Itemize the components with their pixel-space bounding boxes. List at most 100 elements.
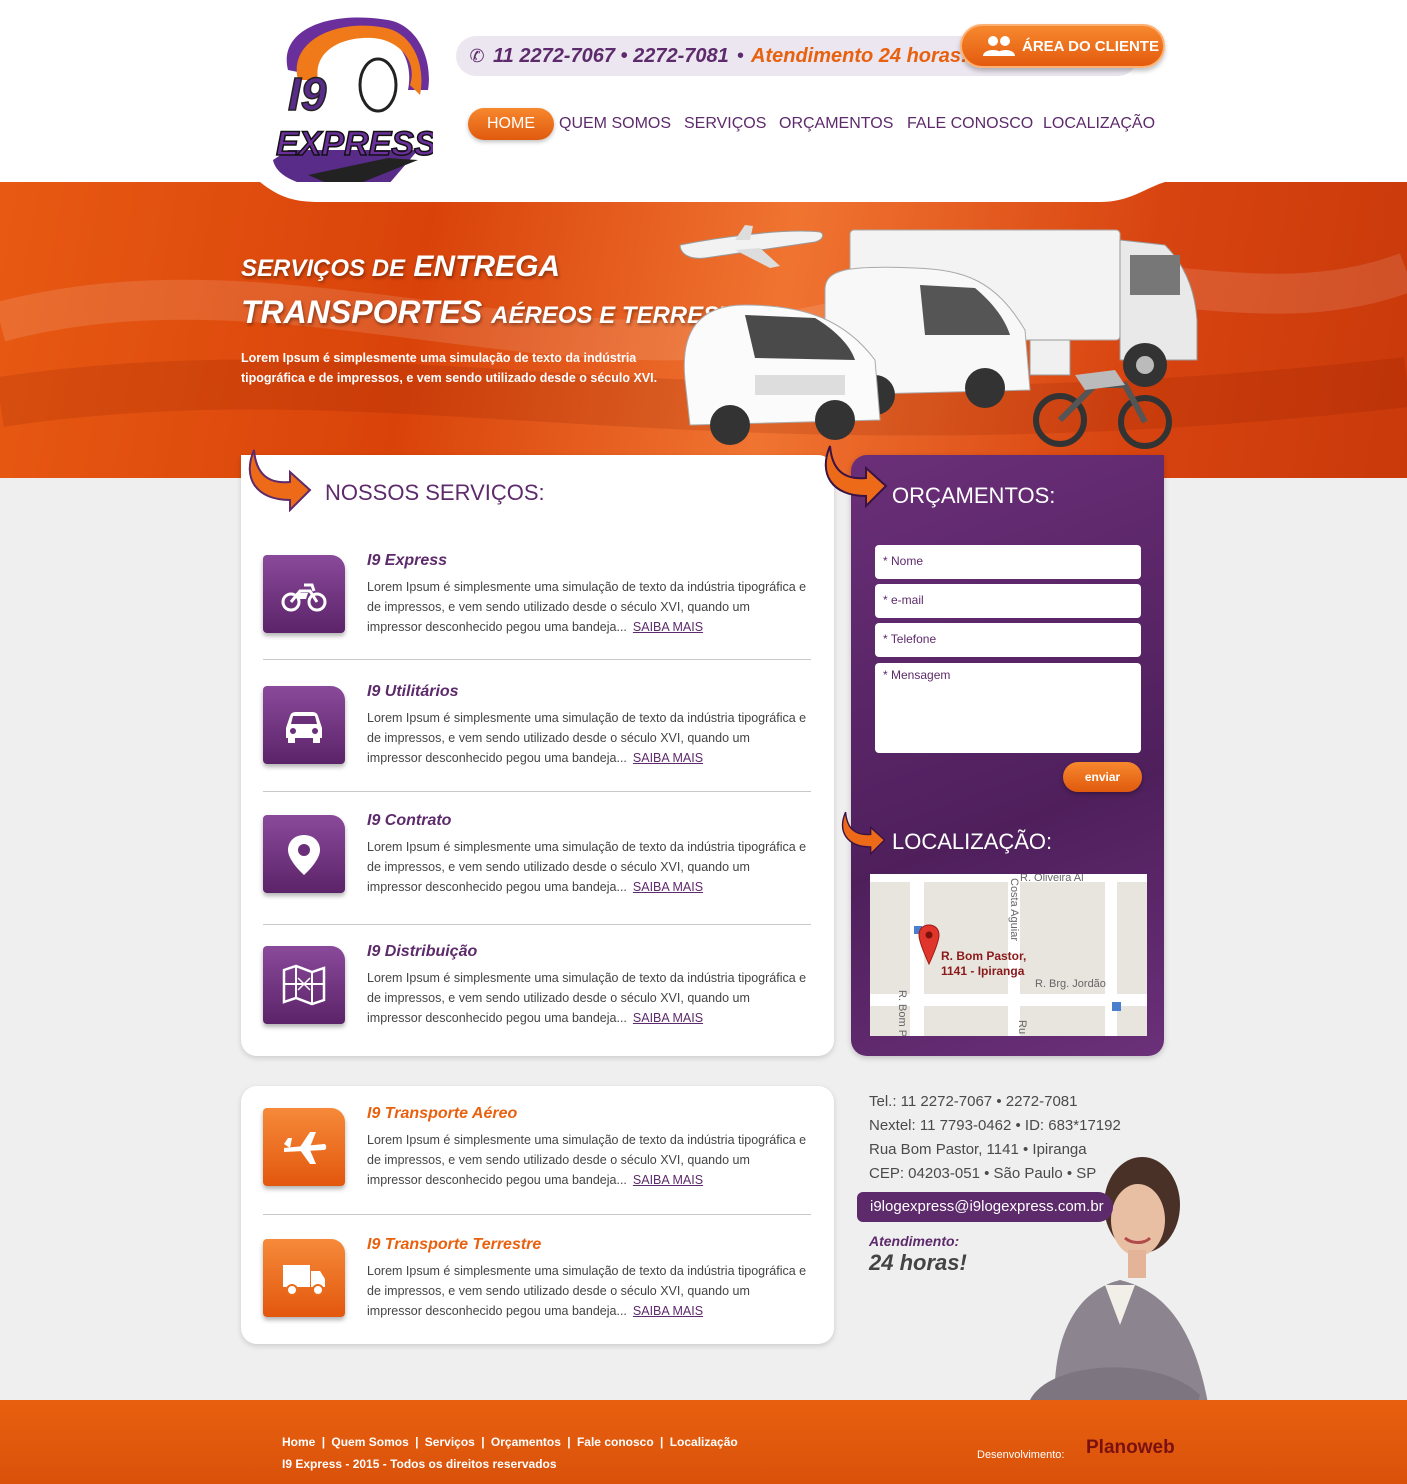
- service-item: I9 Express Lorem Ipsum é simplesmente um…: [263, 552, 811, 665]
- service-icon-box: [263, 1108, 345, 1186]
- nav-localizacao[interactable]: LOCALIZAÇÃO: [1043, 108, 1155, 140]
- orange-arrow-icon: [841, 811, 886, 856]
- car-icon: [286, 712, 322, 743]
- saiba-mais-link[interactable]: SAIBA MAIS: [633, 751, 703, 765]
- banner-title-line1: SERVIÇOS DE ENTREGA: [241, 250, 561, 283]
- footer-link-orcamentos[interactable]: Orçamentos: [491, 1435, 561, 1449]
- developer-logo[interactable]: Planoweb: [1086, 1437, 1175, 1459]
- service-description: Lorem Ipsum é simplesmente uma simulação…: [367, 971, 807, 1025]
- nav-quem-somos[interactable]: QUEM SOMOS: [559, 108, 671, 140]
- service-item: I9 Distribuição Lorem Ipsum é simplesmen…: [263, 943, 811, 1056]
- service-item: I9 Contrato Lorem Ipsum é simplesmente u…: [263, 812, 811, 925]
- header-phone: 11 2272-7067 • 2272-7081: [493, 45, 729, 67]
- contact-email-link[interactable]: i9logexpress@i9logexpress.com.br: [857, 1192, 1113, 1222]
- service-description: Lorem Ipsum é simplesmente uma simulação…: [367, 711, 807, 765]
- service-title: I9 Distribuição: [367, 943, 478, 960]
- footer-separator: |: [415, 1435, 419, 1449]
- footer-link-home[interactable]: Home: [282, 1435, 315, 1449]
- page: I9 EXPRESS ✆ 11 2272-7067 • 2272-7081 • …: [0, 0, 1407, 1484]
- service-icon-box: [263, 555, 345, 633]
- map-marker-icon: [918, 924, 940, 966]
- nav-orcamentos[interactable]: ORÇAMENTOS: [779, 108, 893, 140]
- truck-icon: [283, 1265, 325, 1296]
- developer-label: Desenvolvimento:: [977, 1449, 1065, 1461]
- client-area-label: ÁREA DO CLIENTE: [1022, 38, 1159, 55]
- footer-copyright: I9 Express - 2015 - Todos os direitos re…: [282, 1457, 557, 1471]
- service-item: I9 Transporte Terrestre Lorem Ipsum é si…: [263, 1236, 811, 1349]
- email-field[interactable]: * e-mail: [875, 584, 1141, 618]
- divider: [263, 1214, 811, 1215]
- logo-text-express: EXPRESS: [276, 125, 433, 163]
- saiba-mais-link[interactable]: SAIBA MAIS: [633, 1173, 703, 1187]
- service-title: I9 Utilitários: [367, 683, 459, 700]
- client-area-button[interactable]: ÁREA DO CLIENTE: [960, 24, 1165, 68]
- footer-link-fale-conosco[interactable]: Fale conosco: [577, 1435, 654, 1449]
- footer-separator: |: [567, 1435, 571, 1449]
- map-street-label: Costa Aguiar: [1008, 878, 1020, 941]
- airplane-image: [679, 225, 824, 268]
- service-description: Lorem Ipsum é simplesmente uma simulação…: [367, 1133, 807, 1187]
- map-pin-icon: [288, 835, 320, 875]
- footer-link-servicos[interactable]: Serviços: [425, 1435, 475, 1449]
- logo-text-i9: I9: [288, 68, 327, 120]
- service-icon-box: [263, 946, 345, 1024]
- header: [0, 0, 1407, 182]
- map-icon: [282, 964, 326, 1006]
- saiba-mais-link[interactable]: SAIBA MAIS: [633, 1304, 703, 1318]
- footer-separator: |: [481, 1435, 485, 1449]
- map-street-label: R. Bom P: [896, 990, 908, 1036]
- service-title: I9 Transporte Terrestre: [367, 1236, 542, 1253]
- service-icon-box: [263, 815, 345, 893]
- map-street-label: R. Brg. Jordão: [1035, 978, 1106, 990]
- motorcycle-icon: [281, 583, 327, 612]
- header-separator: •: [737, 45, 745, 67]
- users-icon: [983, 36, 1015, 56]
- map-address-label: R. Bom Pastor, 1141 - Ipiranga: [941, 949, 1027, 978]
- footer-nav: Home | Quem Somos | Serviços | Orçamento…: [282, 1435, 738, 1449]
- i9-express-logo[interactable]: I9 EXPRESS: [268, 10, 433, 195]
- footer-separator: |: [660, 1435, 664, 1449]
- divider: [263, 659, 811, 660]
- footer-link-localizacao[interactable]: Localização: [670, 1435, 738, 1449]
- nav-home[interactable]: HOME: [468, 108, 554, 140]
- map-street-label: R. Oliveira Al: [1020, 874, 1084, 884]
- phone-icon: ✆: [469, 46, 485, 66]
- phone-field[interactable]: * Telefone: [875, 623, 1141, 657]
- location-heading: LOCALIZAÇÃO:: [892, 829, 1053, 854]
- contact-tel: Tel.: 11 2272-7067 • 2272-7081: [869, 1093, 1078, 1110]
- saiba-mais-link[interactable]: SAIBA MAIS: [633, 1011, 703, 1025]
- service-description: Lorem Ipsum é simplesmente uma simulação…: [367, 840, 807, 894]
- atendimento-label: Atendimento:: [869, 1233, 960, 1249]
- service-description: Lorem Ipsum é simplesmente uma simulação…: [367, 580, 807, 634]
- contact-nextel: Nextel: 11 7793-0462 • ID: 683*17192: [869, 1117, 1121, 1134]
- service-icon-box: [263, 686, 345, 764]
- service-item: I9 Utilitários Lorem Ipsum é simplesment…: [263, 683, 811, 796]
- divider: [263, 924, 811, 925]
- map-street-label: Ru: [1016, 1020, 1028, 1035]
- service-description: Lorem Ipsum é simplesmente uma simulação…: [367, 1264, 807, 1318]
- nav-fale-conosco[interactable]: FALE CONOSCO: [907, 108, 1033, 140]
- orange-arrow-icon: [824, 445, 888, 508]
- service-title: I9 Express: [367, 552, 448, 569]
- name-field[interactable]: * Nome: [875, 545, 1141, 579]
- service-title: I9 Contrato: [367, 812, 452, 829]
- divider: [263, 791, 811, 792]
- message-field[interactable]: * Mensagem: [875, 663, 1141, 753]
- atendimento-value: 24 horas!: [869, 1250, 967, 1275]
- service-icon-box: [263, 1239, 345, 1317]
- quote-heading: ORÇAMENTOS:: [892, 483, 1056, 508]
- banner-description: Lorem Ipsum é simplesmente uma simulação…: [241, 351, 658, 385]
- orange-arrow-icon: [248, 449, 312, 512]
- attendant-photo: [1030, 1157, 1210, 1415]
- nav-servicos[interactable]: SERVIÇOS: [684, 108, 766, 140]
- services-heading: NOSSOS SERVIÇOS:: [325, 480, 545, 505]
- saiba-mais-link[interactable]: SAIBA MAIS: [633, 620, 703, 634]
- send-button[interactable]: enviar: [1063, 762, 1142, 792]
- main-nav: HOME QUEM SOMOS SERVIÇOS ORÇAMENTOS FALE…: [468, 108, 1158, 140]
- footer-link-quem-somos[interactable]: Quem Somos: [331, 1435, 408, 1449]
- footer-separator: |: [321, 1435, 326, 1449]
- header-atendimento: Atendimento 24 horas!: [751, 45, 968, 67]
- vehicles-illustration: [679, 225, 1198, 449]
- saiba-mais-link[interactable]: SAIBA MAIS: [633, 880, 703, 894]
- service-item: I9 Transporte Aéreo Lorem Ipsum é simple…: [263, 1105, 811, 1218]
